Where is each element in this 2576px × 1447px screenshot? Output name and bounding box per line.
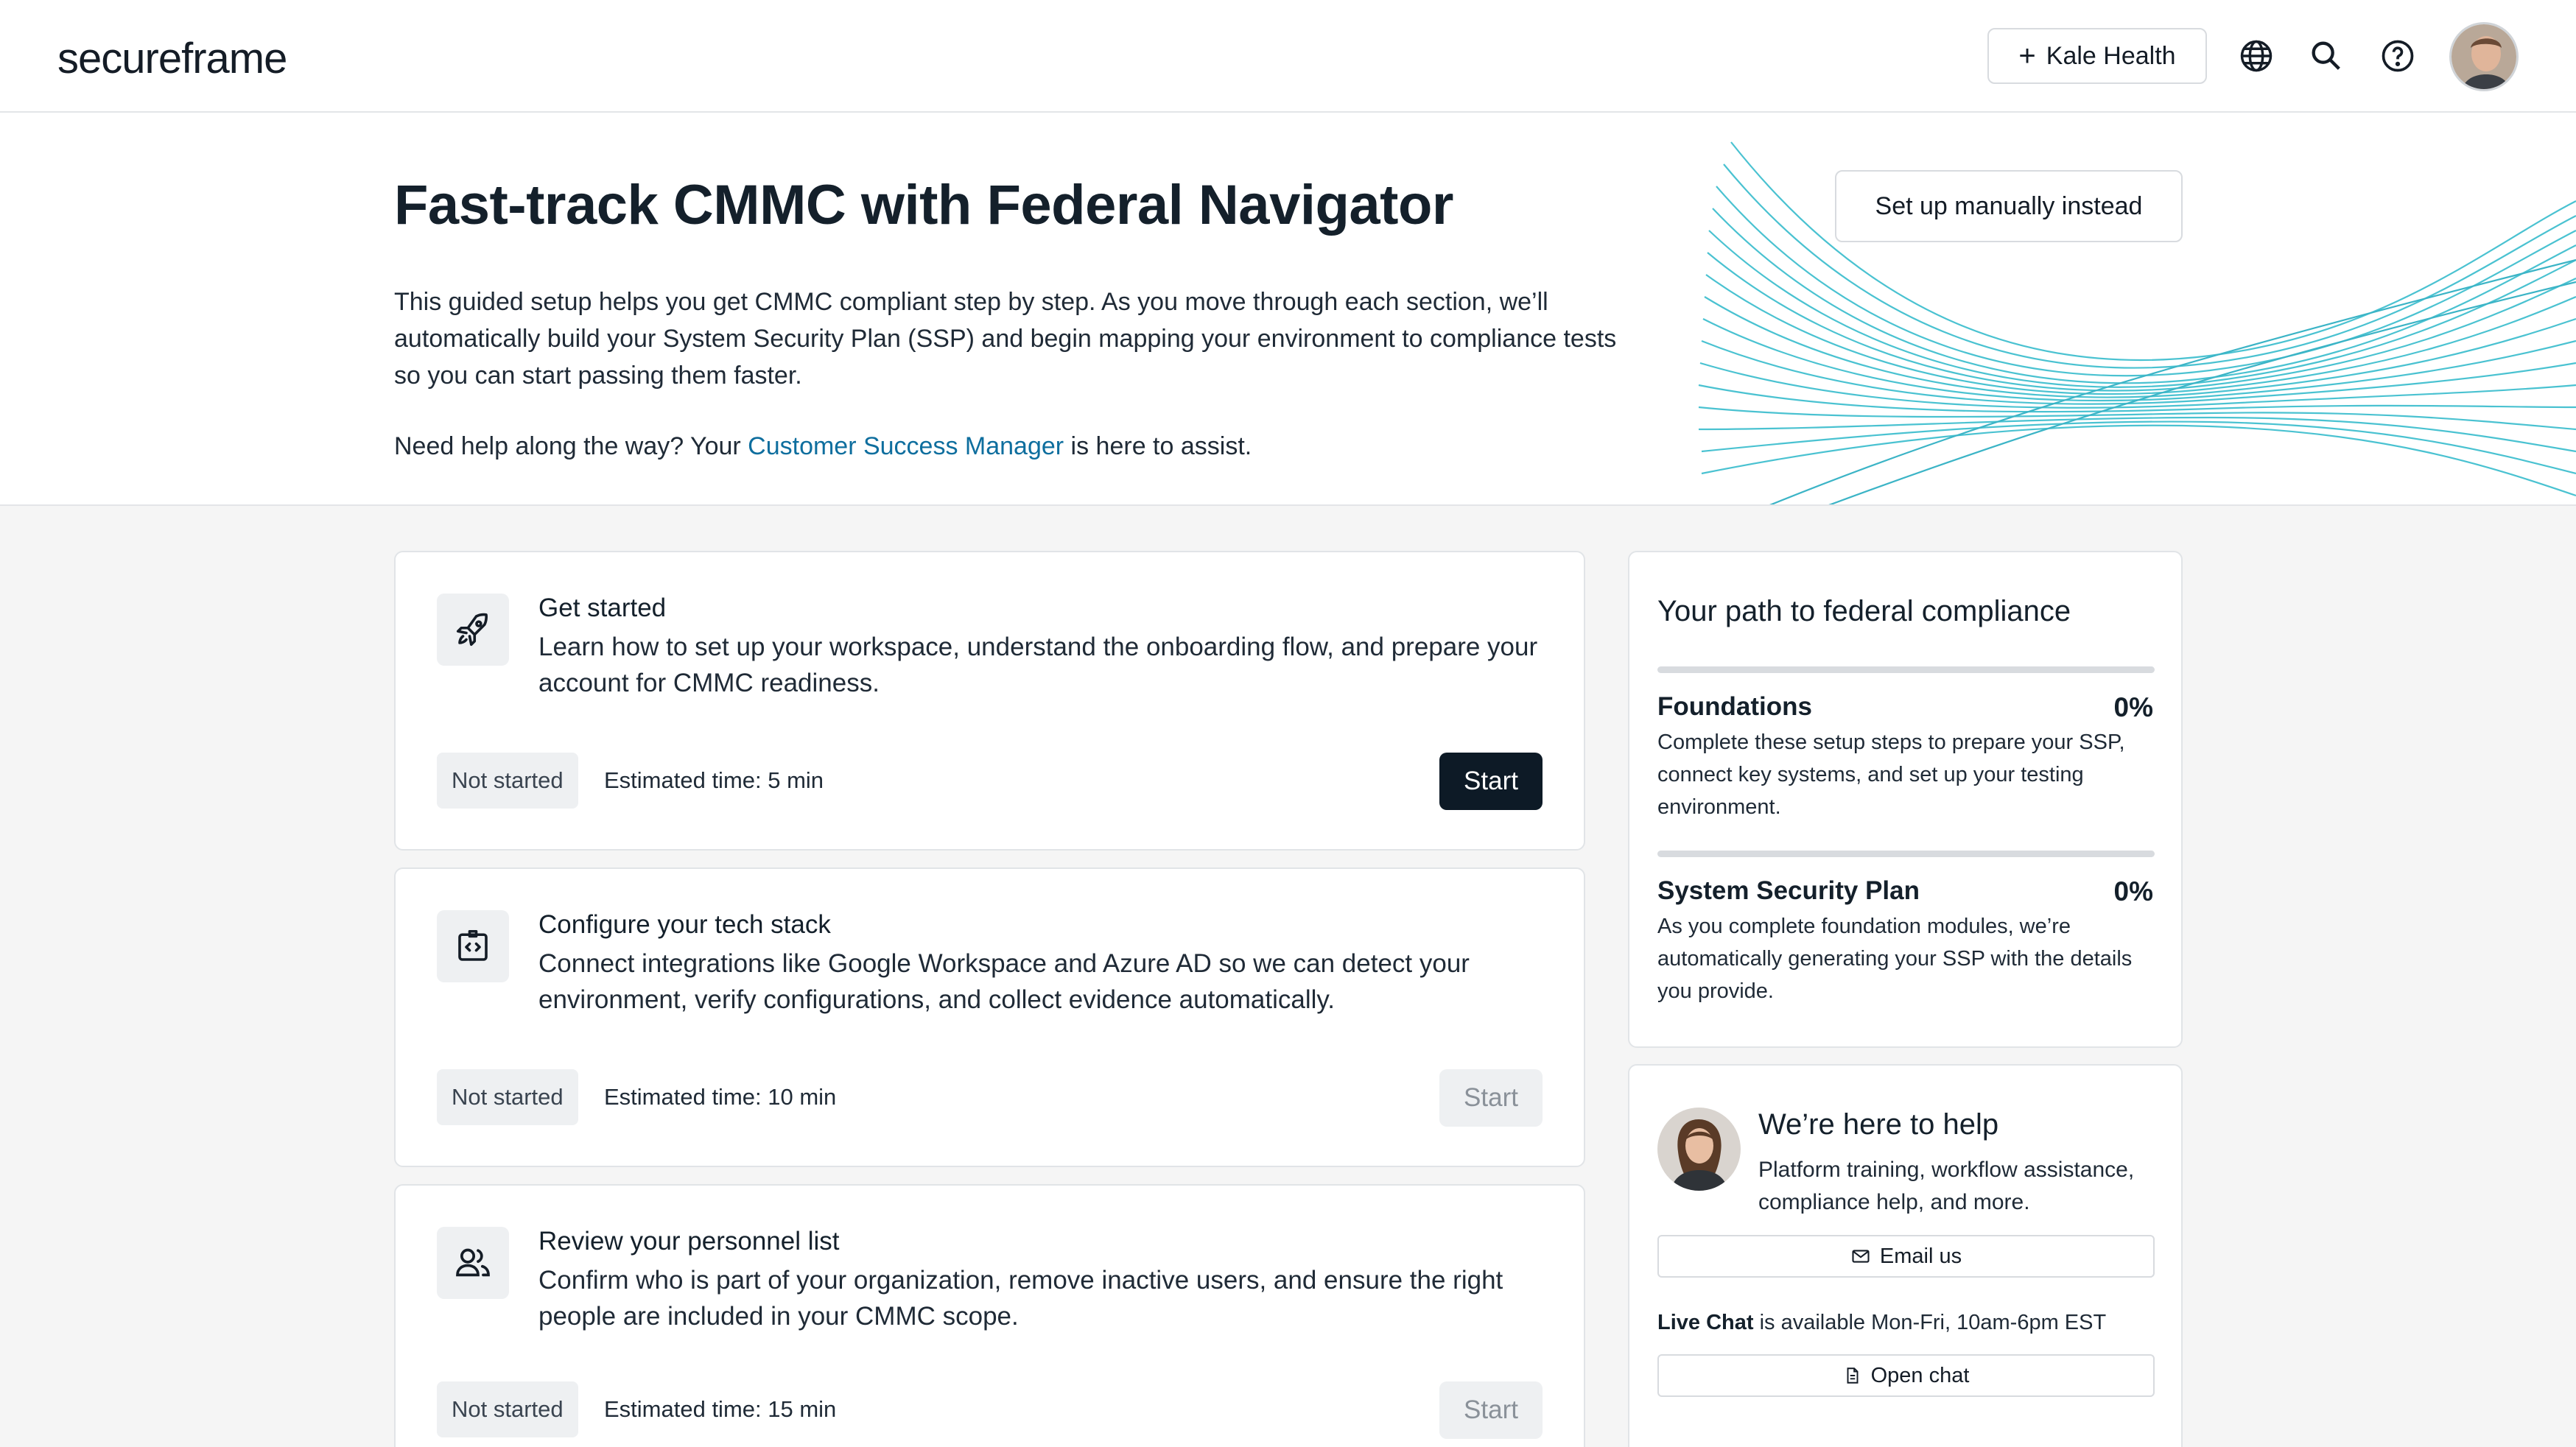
secureframe-logo[interactable]: secureframe (57, 34, 287, 83)
task-title: Get started (538, 594, 667, 622)
task-description: Connect integrations like Google Workspa… (538, 949, 1470, 1014)
csm-avatar (1657, 1108, 1741, 1191)
rocket-icon (437, 594, 509, 666)
setup-manually-button[interactable]: Set up manually instead (1835, 170, 2183, 242)
globe-icon[interactable] (2237, 37, 2275, 75)
help-line: Need help along the way? Your Customer S… (394, 428, 1252, 465)
org-name: Kale Health (2046, 41, 2176, 70)
task-title: Review your personnel list (538, 1227, 840, 1256)
people-icon (437, 1227, 509, 1299)
mail-icon (1852, 1250, 1870, 1263)
live-chat-label: Live Chat (1657, 1311, 1754, 1334)
code-stack-icon (437, 910, 509, 982)
live-chat-availability: Live Chat is available Mon-Fri, 10am-6pm… (1657, 1311, 2106, 1335)
status-badge: Not started (437, 1381, 578, 1437)
status-badge: Not started (437, 1069, 578, 1125)
intro-paragraph: This guided setup helps you get CMMC com… (394, 288, 1617, 390)
start-button[interactable]: Start (1439, 1069, 1543, 1127)
progress-percent: 0% (2113, 692, 2153, 722)
org-switcher-button[interactable]: + Kale Health (1987, 28, 2207, 84)
progress-percent: 0% (2113, 876, 2153, 906)
compliance-path-panel: Your path to federal compliance Foundati… (1628, 551, 2183, 1048)
estimated-time: Estimated time: 10 min (604, 1084, 837, 1110)
task-description: Learn how to set up your workspace, unde… (538, 633, 1538, 697)
hero-section: Fast-track CMMC with Federal Navigator T… (0, 113, 2576, 506)
live-chat-hours: is available Mon-Fri, 10am-6pm EST (1753, 1311, 2107, 1334)
task-card-tech-stack: Configure your tech stack Connect integr… (394, 867, 1585, 1167)
start-button[interactable]: Start (1439, 753, 1543, 810)
progress-name: Foundations (1657, 692, 1812, 721)
page-title: Fast-track CMMC with Federal Navigator (394, 174, 1453, 236)
task-description: Confirm who is part of your organization… (538, 1266, 1503, 1331)
email-us-label: Email us (1879, 1244, 1962, 1268)
task-title: Configure your tech stack (538, 910, 831, 939)
progress-name: System Security Plan (1657, 876, 1920, 905)
progress-description: As you complete foundation modules, we’r… (1657, 915, 2133, 1003)
progress-bar-ssp (1657, 851, 2155, 857)
email-us-button[interactable]: Email us (1657, 1235, 2155, 1278)
status-badge: Not started (437, 753, 578, 809)
help-description: Platform training, workflow assistance, … (1758, 1158, 2135, 1214)
document-icon (1847, 1367, 1859, 1384)
task-card-personnel: Review your personnel list Confirm who i… (394, 1184, 1585, 1447)
help-icon[interactable] (2379, 37, 2417, 75)
top-bar: secureframe + Kale Health (0, 0, 2576, 113)
customer-success-manager-link[interactable]: Customer Success Manager (748, 432, 1064, 460)
open-chat-button[interactable]: Open chat (1657, 1354, 2155, 1397)
panel-title: Your path to federal compliance (1657, 595, 2071, 627)
search-icon[interactable] (2307, 37, 2345, 75)
estimated-time: Estimated time: 15 min (604, 1396, 837, 1422)
user-avatar[interactable] (2449, 22, 2519, 91)
help-panel: We’re here to help Platform training, wo… (1628, 1064, 2183, 1447)
estimated-time: Estimated time: 5 min (604, 767, 824, 793)
task-card-get-started: Get started Learn how to set up your wor… (394, 551, 1585, 851)
progress-bar-foundations (1657, 666, 2155, 673)
help-suffix: is here to assist. (1064, 432, 1252, 460)
help-prefix: Need help along the way? Your (394, 432, 748, 460)
help-title: We’re here to help (1758, 1108, 1999, 1141)
start-button[interactable]: Start (1439, 1381, 1543, 1439)
plus-icon: + (2018, 40, 2036, 72)
progress-description: Complete these setup steps to prepare yo… (1657, 730, 2125, 819)
open-chat-label: Open chat (1870, 1363, 1970, 1387)
